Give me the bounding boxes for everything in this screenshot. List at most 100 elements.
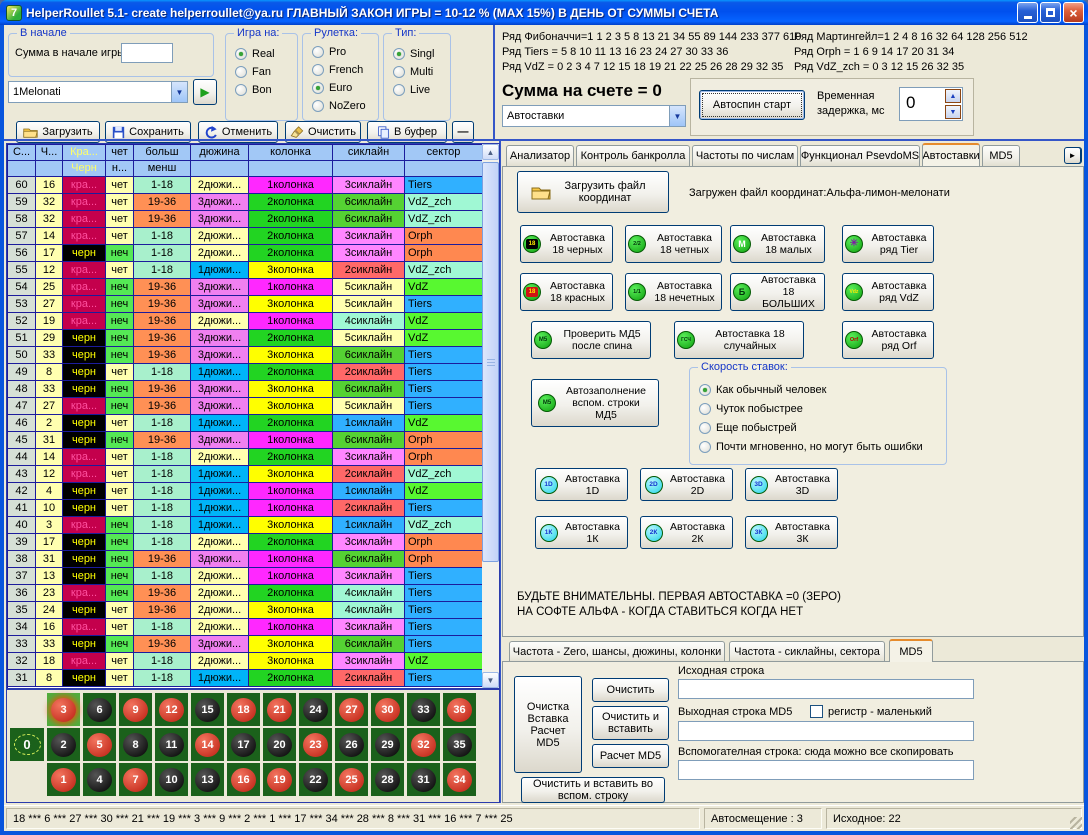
radio-option-Euro[interactable]: Euro xyxy=(312,81,378,94)
board-number-8[interactable]: 8 xyxy=(119,728,152,761)
board-number-21[interactable]: 21 xyxy=(263,693,296,726)
autostake-18-black-button[interactable]: 18Автоставка 18 черных xyxy=(520,225,613,263)
tab-Частоты по числам[interactable]: Частоты по числам xyxy=(692,145,798,166)
autostake-1К-button[interactable]: 1КАвтоставка 1К xyxy=(535,516,628,549)
table-row[interactable]: 4531черннеч19-363дюжи...1колонка6сиклайн… xyxy=(8,432,482,449)
radio-Multi[interactable] xyxy=(393,66,405,78)
mode-combobox[interactable]: Автоставки ▼ xyxy=(502,105,686,127)
radio-option-Fan[interactable]: Fan xyxy=(235,65,297,78)
start-sum-input[interactable] xyxy=(121,43,173,63)
radio-Singl[interactable] xyxy=(393,48,405,60)
board-number-36[interactable]: 36 xyxy=(443,693,476,726)
radio-NoZero[interactable] xyxy=(312,100,324,112)
speed-radio[interactable] xyxy=(699,384,711,396)
autostake-3D-button[interactable]: 3DАвтоставка 3D xyxy=(745,468,838,501)
speed-option[interactable]: Как обычный человек xyxy=(699,383,946,396)
table-row[interactable]: 424чернчет1-181дюжи...1колонка1сиклайнVd… xyxy=(8,483,482,500)
table-row[interactable]: 5932кра...чет19-363дюжи...2колонка6сикла… xyxy=(8,194,482,211)
minimize-button[interactable] xyxy=(1017,2,1038,23)
radio-Bon[interactable] xyxy=(235,84,247,96)
table-row[interactable]: 3917черннеч1-182дюжи...2колонка3сиклайнO… xyxy=(8,534,482,551)
table-row[interactable]: 5219кра...неч19-362дюжи...1колонка4сикла… xyxy=(8,313,482,330)
board-number-26[interactable]: 26 xyxy=(335,728,368,761)
close-button[interactable]: × xyxy=(1063,2,1084,23)
table-row[interactable]: 5512кра...чет1-181дюжи...3колонка2сиклай… xyxy=(8,262,482,279)
table-row[interactable]: 498чернчет1-181дюжи...2колонка2сиклайнTi… xyxy=(8,364,482,381)
register-checkbox[interactable] xyxy=(810,705,823,718)
scrollbar-thumb[interactable] xyxy=(482,162,499,562)
title-bar[interactable]: 7 HelperRoullet 5.1- create helperroulle… xyxy=(0,0,1088,25)
table-row[interactable]: 5033черннеч19-363дюжи...3колонка6сиклайн… xyxy=(8,347,482,364)
clear-button[interactable]: Очистить xyxy=(592,678,669,702)
tab-Контроль банкролла[interactable]: Контроль банкролла xyxy=(576,145,690,166)
autostake-small-button[interactable]: МАвтоставка 18 малых xyxy=(730,225,825,263)
table-row[interactable]: 318чернчет1-181дюжи...2колонка2сиклайнTi… xyxy=(8,670,482,687)
board-number-31[interactable]: 31 xyxy=(407,763,440,796)
autostake-odd-button[interactable]: 1/1Автоставка 18 нечетных xyxy=(625,273,722,311)
board-number-30[interactable]: 30 xyxy=(371,693,404,726)
maximize-button[interactable] xyxy=(1040,2,1061,23)
board-number-34[interactable]: 34 xyxy=(443,763,476,796)
profile-combobox[interactable]: 1Melonati ▼ xyxy=(8,81,188,103)
table-row[interactable]: 4414кра...чет1-182дюжи...2колонка3сиклай… xyxy=(8,449,482,466)
autostake-18-red-button[interactable]: 18Автоставка 18 красных xyxy=(520,273,613,311)
board-number-25[interactable]: 25 xyxy=(335,763,368,796)
board-number-22[interactable]: 22 xyxy=(299,763,332,796)
radio-option-Pro[interactable]: Pro xyxy=(312,45,378,58)
radio-option-Live[interactable]: Live xyxy=(393,83,450,96)
speed-radio[interactable] xyxy=(699,441,711,453)
freq-tab-1[interactable]: Частота - Zero, шансы, дюжины, колонки xyxy=(509,641,725,662)
board-number-23[interactable]: 23 xyxy=(299,728,332,761)
autostake-3К-button[interactable]: 3КАвтоставка 3К xyxy=(745,516,838,549)
radio-option-Bon[interactable]: Bon xyxy=(235,83,297,96)
radio-French[interactable] xyxy=(312,64,324,76)
table-row[interactable]: 5327кра...неч19-363дюжи...3колонка5сикла… xyxy=(8,296,482,313)
board-number-13[interactable]: 13 xyxy=(191,763,224,796)
board-number-11[interactable]: 11 xyxy=(155,728,188,761)
board-number-32[interactable]: 32 xyxy=(407,728,440,761)
board-number-7[interactable]: 7 xyxy=(119,763,152,796)
autostake-2К-button[interactable]: 2КАвтоставка 2К xyxy=(640,516,733,549)
table-row[interactable]: 3623кра...неч19-362дюжи...2колонка4сикла… xyxy=(8,585,482,602)
board-zero-cell[interactable]: 0 xyxy=(10,728,44,761)
calc-md5-button[interactable]: Расчет MD5 xyxy=(592,744,669,768)
radio-Pro[interactable] xyxy=(312,46,324,58)
table-row[interactable]: 3416кра...чет1-182дюжи...1колонка3сиклай… xyxy=(8,619,482,636)
radio-option-Singl[interactable]: Singl xyxy=(393,47,450,60)
autostake-md5-button[interactable]: М5Проверить МД5 после спина xyxy=(531,321,651,359)
autostake-random-button[interactable]: ГСЧАвтоставка 18 случайных xyxy=(674,321,804,359)
tab-Функционал PsevdoMS[interactable]: Функционал PsevdoMS xyxy=(800,145,920,166)
board-number-12[interactable]: 12 xyxy=(155,693,188,726)
board-number-2[interactable]: 2 xyxy=(47,728,80,761)
speed-option[interactable]: Чуток побыстрее xyxy=(699,402,946,415)
freq-tab-3[interactable]: MD5 xyxy=(889,639,933,662)
table-row[interactable]: 4110чернчет1-181дюжи...1колонка2сиклайнT… xyxy=(8,500,482,517)
table-row[interactable]: 5714кра...чет1-182дюжи...2колонка3сиклай… xyxy=(8,228,482,245)
board-number-9[interactable]: 9 xyxy=(119,693,152,726)
table-row[interactable]: 3333черннеч19-363дюжи...3колонка6сиклайн… xyxy=(8,636,482,653)
board-number-1[interactable]: 1 xyxy=(47,763,80,796)
table-row[interactable]: 3713черннеч1-182дюжи...1колонка3сиклайнT… xyxy=(8,568,482,585)
radio-Real[interactable] xyxy=(235,48,247,60)
board-number-14[interactable]: 14 xyxy=(191,728,224,761)
speed-option[interactable]: Еще побыстрей xyxy=(699,421,946,434)
speed-option[interactable]: Почти мгновенно, но могут быть ошибки xyxy=(699,440,946,453)
radio-Fan[interactable] xyxy=(235,66,247,78)
clear-paste-aux-button[interactable]: Очистить и вставить во вспом. строку xyxy=(521,777,665,803)
history-table[interactable]: С...Ч...Кра...четбольшдюжинаколонкасикла… xyxy=(7,144,482,688)
table-row[interactable]: 462чернчет1-181дюжи...2колонка1сиклайнVd… xyxy=(8,415,482,432)
autostake-orf-button[interactable]: OrfАвтоставка ряд Orf xyxy=(842,321,934,359)
table-row[interactable]: 5832кра...чет19-363дюжи...2колонка6сикла… xyxy=(8,211,482,228)
scroll-down-button[interactable]: ▼ xyxy=(482,672,499,688)
autostake-tier-button[interactable]: ✳Автоставка ряд Tier xyxy=(842,225,934,263)
table-row[interactable]: 403кра...неч1-181дюжи...3колонка1сиклайн… xyxy=(8,517,482,534)
table-row[interactable]: 5617черннеч1-182дюжи...2колонка3сиклайнO… xyxy=(8,245,482,262)
radio-option-Multi[interactable]: Multi xyxy=(393,65,450,78)
table-row[interactable]: С...Ч...Кра...четбольшдюжинаколонкасикла… xyxy=(8,145,482,161)
output-string-input[interactable] xyxy=(678,721,974,741)
radio-option-Real[interactable]: Real xyxy=(235,47,297,60)
board-number-15[interactable]: 15 xyxy=(191,693,224,726)
board-number-33[interactable]: 33 xyxy=(407,693,440,726)
table-row[interactable]: 3831черннеч19-363дюжи...1колонка6сиклайн… xyxy=(8,551,482,568)
board-number-18[interactable]: 18 xyxy=(227,693,260,726)
